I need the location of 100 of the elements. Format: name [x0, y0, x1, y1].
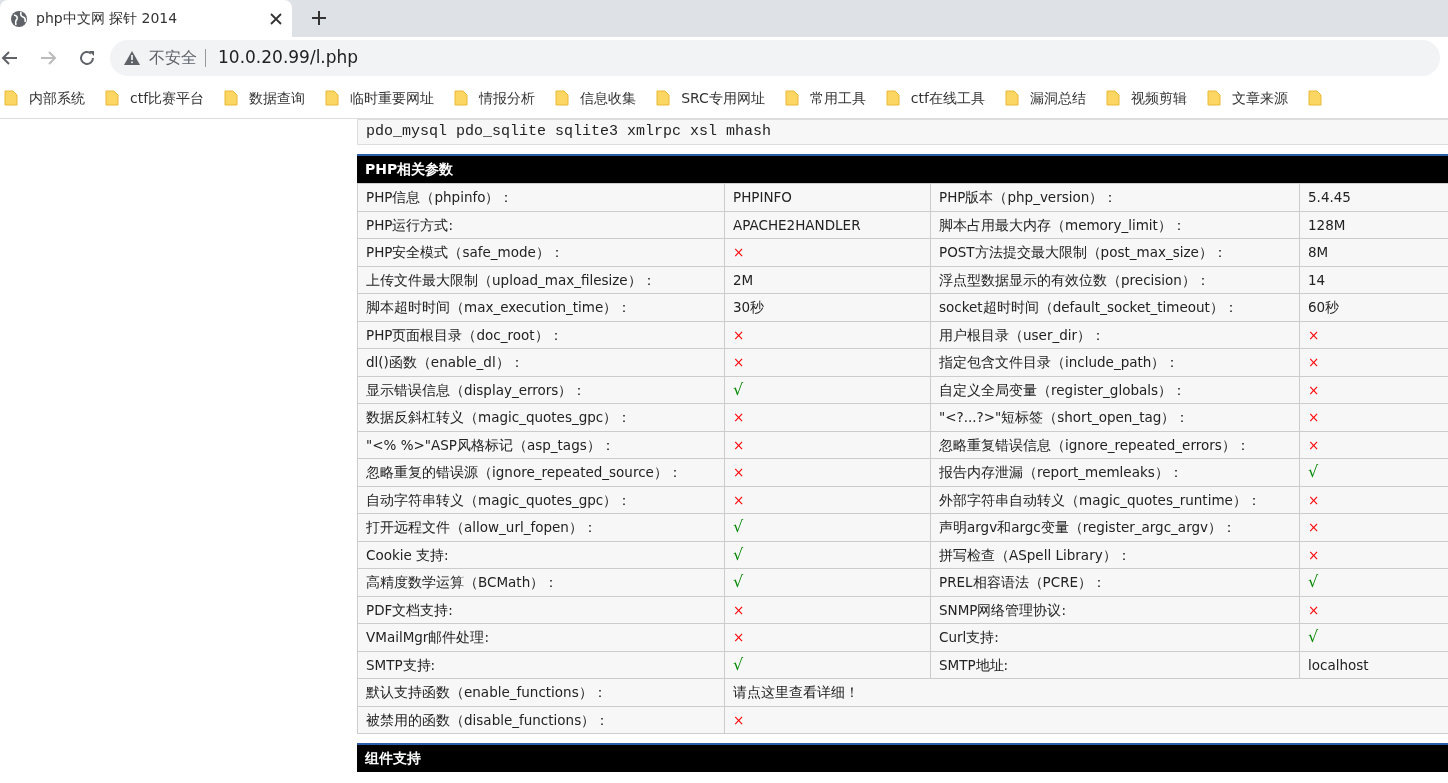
- setting-label: 打开远程文件（allow_url_fopen）：: [366, 519, 597, 536]
- setting-label: PHP安全模式（safe_mode）：: [366, 244, 564, 261]
- browser-tab[interactable]: php中文网 探针 2014: [0, 0, 292, 37]
- bookmark-item[interactable]: 漏洞总结: [1004, 87, 1086, 109]
- setting-value: 2M: [733, 271, 754, 288]
- setting-label: socket超时时间（default_socket_timeout）：: [939, 299, 1238, 316]
- setting-label: PHP版本（php_version）：: [939, 189, 1118, 206]
- bookmark-item[interactable]: 临时重要网址: [325, 87, 435, 109]
- folder-icon: [784, 90, 799, 106]
- setting-label: 用户根目录（user_dir）：: [939, 326, 1106, 343]
- setting-label: 报告内存泄漏（report_memleaks）：: [939, 464, 1183, 481]
- check-mark: √: [733, 654, 744, 674]
- setting-label: 忽略重复的错误源（ignore_repeated_source）：: [366, 464, 682, 481]
- cross-mark: ×: [1308, 491, 1320, 508]
- cross-mark: ×: [733, 326, 745, 343]
- url-text: 10.0.20.99/l.php: [218, 45, 359, 69]
- cross-mark: ×: [733, 491, 745, 508]
- extensions-list: pdo_mysql pdo_sqlite sqlite3 xmlrpc xsl mhash: [357, 119, 1448, 145]
- close-icon[interactable]: [270, 12, 282, 25]
- folder-icon: [1004, 90, 1019, 106]
- setting-value: 14: [1308, 271, 1326, 288]
- setting-label: 默认支持函数（enable_functions）：: [366, 684, 607, 701]
- setting-value: 30秒: [733, 299, 765, 316]
- bookmark-item[interactable]: 视频剪辑: [1105, 87, 1187, 109]
- setting-label: dl()函数（enable_dl）：: [366, 354, 524, 371]
- setting-value: 128M: [1308, 216, 1346, 233]
- setting-label: 忽略重复错误信息（ignore_repeated_errors）：: [939, 436, 1250, 453]
- setting-label: Cookie 支持:: [366, 546, 449, 563]
- setting-label: SNMP网络管理协议:: [939, 601, 1066, 618]
- bookmark-item[interactable]: ctf在线工具: [885, 87, 985, 109]
- check-mark: √: [1308, 572, 1319, 592]
- globe-icon: [10, 9, 28, 28]
- cross-mark: ×: [1308, 326, 1320, 343]
- setting-label: "<% %>"ASP风格标记（asp_tags）：: [366, 436, 615, 453]
- bookmark-item[interactable]: 内部系统: [4, 87, 85, 109]
- setting-label: PREL相容语法（PCRE）：: [939, 574, 1107, 591]
- cross-mark: ×: [1308, 381, 1320, 398]
- cross-mark: ×: [733, 244, 745, 261]
- setting-label: 显示错误信息（display_errors）：: [366, 381, 587, 398]
- setting-label: 拼写检查（ASpell Library）：: [939, 546, 1131, 563]
- cross-mark: ×: [1308, 436, 1320, 453]
- address-bar[interactable]: 不安全 10.0.20.99/l.php: [110, 39, 1440, 76]
- setting-label: 浮点型数据显示的有效位数（precision）：: [939, 271, 1210, 288]
- setting-label: PHP信息（phpinfo）：: [366, 189, 514, 206]
- section-header: PHP相关参数: [357, 154, 1448, 183]
- cross-mark: ×: [733, 711, 745, 728]
- setting-value: 8M: [1308, 244, 1329, 261]
- folder-icon: [1206, 90, 1221, 106]
- back-icon[interactable]: [0, 48, 18, 67]
- folder-icon: [224, 90, 239, 106]
- bookmark-item[interactable]: SRC专用网址: [656, 87, 765, 109]
- bookmark-item[interactable]: 数据查询: [224, 87, 306, 109]
- setting-label: 脚本超时时间（max_execution_time）：: [366, 299, 632, 316]
- folder-icon: [1105, 90, 1120, 106]
- cross-mark: ×: [733, 354, 745, 371]
- new-tab-icon[interactable]: [311, 10, 327, 26]
- cross-mark: ×: [1308, 354, 1320, 371]
- setting-label: PHP页面根目录（doc_root）：: [366, 326, 563, 343]
- setting-label: POST方法提交最大限制（post_max_size）：: [939, 244, 1227, 261]
- cross-mark: ×: [1308, 546, 1320, 563]
- folder-icon: [555, 90, 570, 106]
- details-link[interactable]: 请点这里查看详细！: [733, 684, 859, 701]
- tab-title: php中文网 探针 2014: [36, 9, 179, 28]
- reload-icon[interactable]: [78, 48, 96, 67]
- setting-value: APACHE2HANDLER: [733, 216, 861, 233]
- setting-label: 被禁用的函数（disable_functions）：: [366, 711, 610, 728]
- setting-value: localhost: [1308, 656, 1369, 673]
- cross-mark: ×: [733, 629, 745, 646]
- setting-label: 上传文件最大限制（upload_max_filesize）：: [366, 271, 656, 288]
- bookmark-item[interactable]: 常用工具: [784, 87, 866, 109]
- security-label: 不安全: [149, 46, 197, 69]
- folder-icon: [105, 90, 119, 106]
- warning-icon: [124, 50, 140, 65]
- check-mark: √: [733, 572, 744, 592]
- folder-icon: [4, 90, 18, 106]
- setting-label: SMTP地址:: [939, 656, 1009, 673]
- setting-value: 60秒: [1308, 299, 1340, 316]
- bookmark-item[interactable]: 情报分析: [454, 87, 536, 109]
- check-mark: √: [733, 544, 744, 564]
- setting-label: 高精度数学运算（BCMath）：: [366, 574, 559, 591]
- section-header: 组件支持: [357, 743, 1448, 772]
- check-mark: √: [733, 379, 744, 399]
- bookmark-item[interactable]: ctf比赛平台: [105, 87, 205, 109]
- setting-label: PHP运行方式:: [366, 216, 453, 233]
- cross-mark: ×: [1308, 601, 1320, 618]
- setting-label: 自动字符串转义（magic_quotes_gpc）：: [366, 491, 632, 508]
- setting-label: Curl支持:: [939, 629, 999, 646]
- check-mark: √: [733, 517, 744, 537]
- cross-mark: ×: [733, 409, 745, 426]
- bookmark-item[interactable]: 信息收集: [555, 87, 637, 109]
- folder-icon: [885, 90, 900, 106]
- setting-label: SMTP支持:: [366, 656, 436, 673]
- setting-label: "<?...?>"短标签（short_open_tag）：: [939, 409, 1190, 426]
- check-mark: √: [1308, 627, 1319, 647]
- folder-icon: [325, 90, 340, 106]
- folder-icon: [656, 90, 671, 106]
- setting-label: VMailMgr邮件处理:: [366, 629, 489, 646]
- folder-icon: [454, 90, 469, 106]
- setting-label: 声明argv和argc变量（register_argc_argv）：: [939, 519, 1236, 536]
- bookmark-item[interactable]: 文章来源: [1206, 87, 1288, 109]
